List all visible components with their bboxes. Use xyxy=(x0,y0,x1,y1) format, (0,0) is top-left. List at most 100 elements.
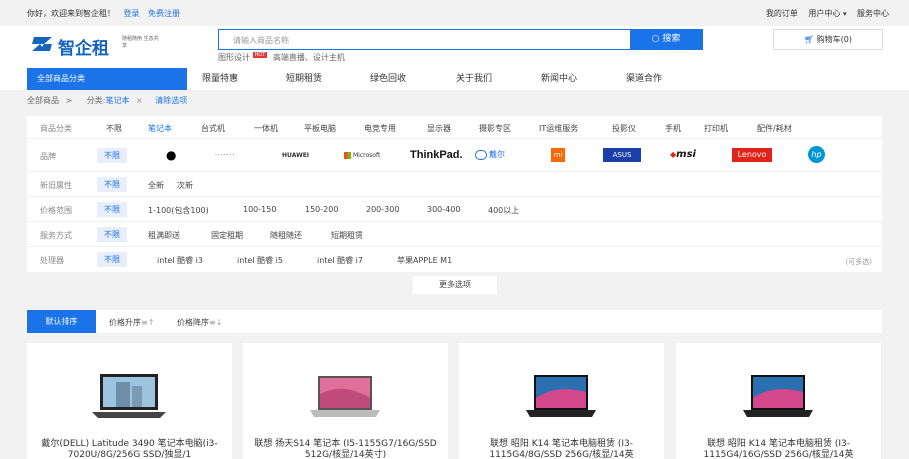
hot-badge: HOT xyxy=(252,52,268,58)
brand-logo-dots[interactable]: ······· xyxy=(215,149,235,163)
mi-logo[interactable]: mi xyxy=(551,148,565,162)
nav-item-news[interactable]: 新闻中心 xyxy=(541,71,577,84)
filter-label: 品牌 xyxy=(40,152,56,161)
filter-panel: 商品分类 不限 笔记本 台式机 一体机 平板电脑 电竞专用 显示器 摄影专区 I… xyxy=(27,116,882,272)
main-nav: 全部商品分类 限量特惠 短期租赁 绿色回收 关于我们 新闻中心 渠道合作 xyxy=(0,64,909,90)
filter-row-category: 商品分类 不限 笔记本 台式机 一体机 平板电脑 电竞专用 显示器 摄影专区 I… xyxy=(27,116,882,139)
cart-button[interactable]: 🛒︎ 购物车(0) xyxy=(773,29,883,50)
brand-slogan: 随租随用 生态共享 xyxy=(122,36,159,49)
filter-option[interactable]: 打印机 xyxy=(704,123,728,134)
nav-item-short-rental[interactable]: 短期租赁 xyxy=(286,71,322,84)
sort-price-asc-button[interactable]: 价格升序≡↑ xyxy=(109,317,154,328)
filter-option[interactable]: 全新 xyxy=(148,180,164,191)
filter-option[interactable]: 配件/耗材 xyxy=(757,123,792,134)
user-center-menu[interactable]: 用户中心 ▾ xyxy=(808,9,846,18)
filter-label: 价格范围 xyxy=(40,206,72,215)
dell-logo[interactable]: 戴尔 xyxy=(475,148,505,162)
login-link[interactable]: 登录 xyxy=(124,9,140,18)
msi-logo[interactable]: ◆msi xyxy=(670,148,696,162)
huawei-logo[interactable]: HUAWEI xyxy=(282,149,309,163)
sort-price-desc-button[interactable]: 价格降序≡↓ xyxy=(177,317,222,328)
nav-item-limited-deals[interactable]: 限量特惠 xyxy=(202,71,238,84)
product-title[interactable]: 戴尔(DELL) Latitude 3490 笔记本电脑(i3-7020U/8G… xyxy=(37,439,222,459)
asus-logo[interactable]: ASUS xyxy=(603,148,641,162)
filter-option[interactable]: 电竞专用 xyxy=(364,123,396,134)
filter-option[interactable]: 手机 xyxy=(665,123,681,134)
filter-option[interactable]: intel 酷睿 i5 xyxy=(237,255,283,266)
product-card[interactable]: 联想 昭阳 K14 笔记本电脑租赁 (I3-1115G4/8G/SSD 256G… xyxy=(459,343,664,459)
chevron-right-icon: > xyxy=(65,96,73,105)
filter-option[interactable]: 平板电脑 xyxy=(304,123,336,134)
product-card[interactable]: 联想 扬天S14 笔记本 (I5-1155G7/16G/SSD 512G/核显/… xyxy=(243,343,448,459)
sort-default-button[interactable]: 默认排序 xyxy=(27,310,96,333)
filter-option[interactable]: 次新 xyxy=(177,180,193,191)
filter-option[interactable]: 300-400 xyxy=(427,205,460,214)
filter-option[interactable]: 苹果APPLE M1 xyxy=(397,255,452,266)
product-image xyxy=(310,376,380,417)
filter-option[interactable]: 显示器 xyxy=(427,123,451,134)
nav-item-recycling[interactable]: 绿色回收 xyxy=(370,71,406,84)
microsoft-logo[interactable]: Microsoft xyxy=(344,149,380,163)
hp-logo[interactable]: hp xyxy=(808,146,825,163)
filter-option[interactable]: 笔记本 xyxy=(148,123,172,134)
microsoft-logo-text: Microsoft xyxy=(353,152,381,159)
filter-option[interactable]: 投影仪 xyxy=(612,123,636,134)
welcome-text: 你好，欢迎来到智企租！ xyxy=(27,9,115,18)
chevron-down-icon: ▾ xyxy=(842,10,847,18)
filter-option[interactable]: 1-100(包含100) xyxy=(148,205,209,216)
product-card[interactable]: 戴尔(DELL) Latitude 3490 笔记本电脑(i3-7020U/8G… xyxy=(27,343,232,459)
filter-any[interactable]: 不限 xyxy=(106,123,122,134)
chip-value: 笔记本 xyxy=(105,96,130,105)
filter-any[interactable]: 不限 xyxy=(97,227,127,242)
nav-item-about[interactable]: 关于我们 xyxy=(456,71,492,84)
my-orders-link[interactable]: 我的订单 xyxy=(766,9,798,18)
filter-row-service: 服务方式 不限 租满即送 固定租期 随租随还 短期租赁 xyxy=(27,223,882,247)
filter-any[interactable]: 不限 xyxy=(97,252,127,267)
register-link[interactable]: 免费注册 xyxy=(148,9,180,18)
hot-word-1[interactable]: 图形设计 xyxy=(218,53,250,62)
selected-filter-chip: 分类:笔记本 × xyxy=(87,95,143,106)
product-title[interactable]: 联想 扬天S14 笔记本 (I5-1155G7/16G/SSD 512G/核显/… xyxy=(253,439,438,459)
filter-option[interactable]: 150-200 xyxy=(305,205,338,214)
search-input[interactable]: 请输入商品名称 xyxy=(233,35,289,46)
filter-option[interactable]: 400以上 xyxy=(488,205,519,216)
filter-option[interactable]: 台式机 xyxy=(201,123,225,134)
filter-option[interactable]: 随租随还 xyxy=(270,230,302,241)
thinkpad-logo[interactable]: ThinkPad. xyxy=(410,148,463,162)
filter-option[interactable]: 200-300 xyxy=(366,205,399,214)
filter-row-brand: 品牌 不限 ● ······· HUAWEI Microsoft ThinkPa… xyxy=(27,140,882,172)
filter-any[interactable]: 不限 xyxy=(97,148,127,163)
cart-icon: 🛒︎ xyxy=(803,35,815,44)
filter-option[interactable]: intel 酷睿 i7 xyxy=(317,255,363,266)
filter-option[interactable]: 租满即送 xyxy=(148,230,180,241)
filter-option[interactable]: 摄影专区 xyxy=(479,123,511,134)
close-icon[interactable]: × xyxy=(136,96,143,105)
hot-searches: 图形设计 HOT 高端直播、设计主机 xyxy=(218,52,345,63)
breadcrumb-all[interactable]: 全部商品 xyxy=(27,96,59,105)
filter-option[interactable]: 短期租赁 xyxy=(331,230,363,241)
product-title[interactable]: 联想 昭阳 K14 笔记本电脑租赁 (I3-1115G4/16G/SSD 256… xyxy=(686,439,871,459)
cart-label: 购物车(0) xyxy=(816,35,853,44)
product-card[interactable]: 联想 昭阳 K14 笔记本电脑租赁 (I3-1115G4/16G/SSD 256… xyxy=(676,343,881,459)
all-categories-button[interactable]: 全部商品分类 xyxy=(27,68,187,90)
filter-option[interactable]: intel 酷睿 i3 xyxy=(157,255,203,266)
lenovo-logo[interactable]: Lenovo xyxy=(732,148,772,162)
filter-option[interactable]: 一体机 xyxy=(254,123,278,134)
search-button[interactable]: ○ 搜索 xyxy=(630,30,702,49)
filter-label: 服务方式 xyxy=(40,231,72,240)
more-options-button[interactable]: 更多选项 xyxy=(413,276,497,294)
filter-any[interactable]: 不限 xyxy=(97,177,127,192)
product-title[interactable]: 联想 昭阳 K14 笔记本电脑租赁 (I3-1115G4/8G/SSD 256G… xyxy=(469,439,654,459)
filter-option[interactable]: IT运维服务 xyxy=(539,123,578,134)
microsoft-squares-icon xyxy=(344,152,351,159)
site-logo[interactable]: 智企租 随租随用 生态共享 xyxy=(30,32,180,59)
apple-logo-icon[interactable]: ● xyxy=(166,148,176,162)
filter-option[interactable]: 固定租期 xyxy=(211,230,243,241)
filter-label: 新旧属性 xyxy=(40,181,72,190)
hot-word-2[interactable]: 高端直播、设计主机 xyxy=(273,53,345,62)
clear-filters-link[interactable]: 清除选项 xyxy=(155,96,187,105)
nav-item-partners[interactable]: 渠道合作 xyxy=(626,71,662,84)
service-center-link[interactable]: 服务中心 xyxy=(857,9,889,18)
filter-option[interactable]: 100-150 xyxy=(243,205,276,214)
filter-any[interactable]: 不限 xyxy=(97,202,127,217)
